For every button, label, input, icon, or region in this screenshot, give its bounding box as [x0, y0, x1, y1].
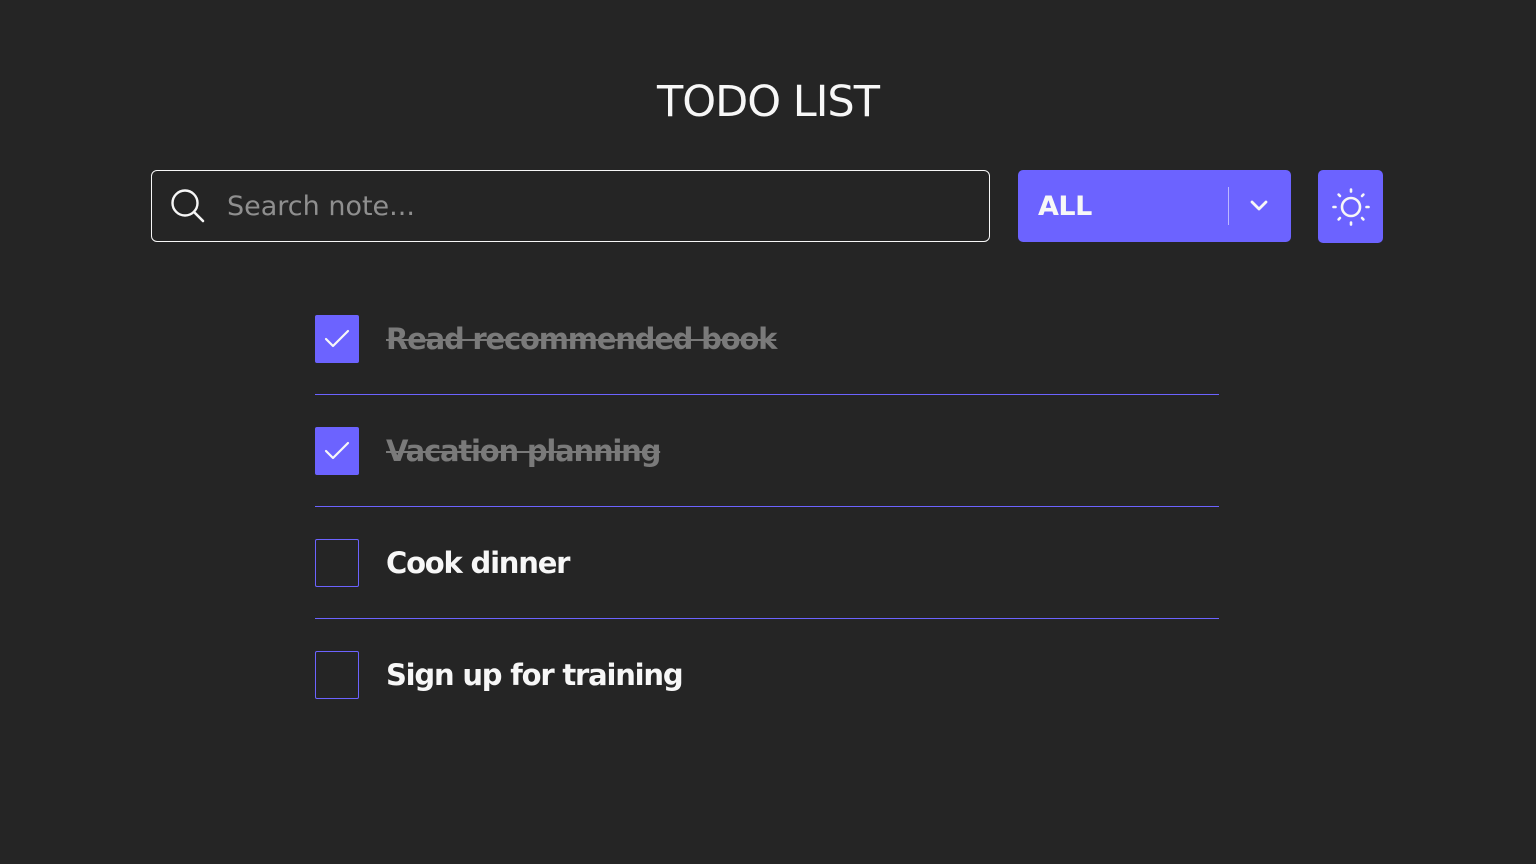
- todo-text: Vacation planning: [386, 433, 661, 468]
- filter-dropdown[interactable]: ALL: [1018, 170, 1291, 242]
- todo-checkbox[interactable]: [315, 651, 359, 699]
- page-title: TODO LIST: [657, 77, 880, 127]
- todo-text: Sign up for training: [386, 658, 684, 692]
- search-input[interactable]: [227, 176, 947, 236]
- todo-text: Read recommended book: [386, 321, 777, 356]
- todo-list: Read recommended book Vacation planning …: [315, 283, 1219, 731]
- todo-text: Cook dinner: [386, 545, 570, 580]
- todo-checkbox[interactable]: [315, 426, 359, 475]
- filter-selected-value: ALL: [1038, 190, 1092, 222]
- search-icon: [171, 189, 205, 223]
- todo-checkbox[interactable]: [315, 314, 359, 363]
- sun-icon: [1331, 187, 1370, 226]
- todo-item: Cook dinner: [315, 507, 1219, 619]
- todo-item: Vacation planning: [315, 395, 1219, 507]
- filter-divider: [1228, 187, 1229, 225]
- chevron-down-icon[interactable]: [1249, 199, 1269, 213]
- todo-item: Sign up for training: [315, 619, 1219, 731]
- search-box[interactable]: [151, 170, 990, 242]
- check-icon: [324, 441, 350, 459]
- todo-item: Read recommended book: [315, 283, 1219, 395]
- theme-toggle-button[interactable]: [1318, 170, 1383, 243]
- todo-checkbox[interactable]: [315, 538, 359, 587]
- check-icon: [324, 329, 350, 347]
